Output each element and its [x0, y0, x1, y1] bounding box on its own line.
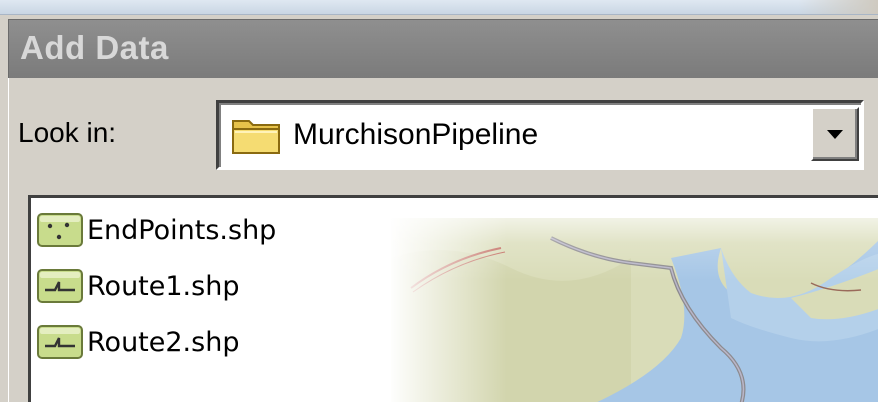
line-shapefile-icon — [37, 325, 83, 359]
file-list[interactable]: EndPoints.shp Route1.shp Route2.shp — [28, 195, 878, 402]
look-in-dropdown[interactable]: MurchisonPipeline — [216, 100, 864, 170]
dropdown-button[interactable] — [811, 107, 859, 161]
folder-icon — [232, 120, 280, 154]
window-top-edge-shade — [798, 0, 878, 14]
dialog-title-bar[interactable]: Add Data — [8, 19, 878, 78]
file-name: EndPoints.shp — [87, 214, 277, 246]
chevron-down-icon — [827, 130, 843, 139]
list-item[interactable]: Route2.shp — [35, 318, 239, 366]
window-top-edge — [0, 0, 878, 15]
look-in-value: MurchisonPipeline — [293, 118, 539, 151]
list-item[interactable]: Route1.shp — [35, 262, 239, 310]
file-name: Route1.shp — [87, 270, 240, 302]
dialog-title: Add Data — [20, 29, 169, 66]
point-shapefile-icon — [37, 213, 83, 247]
look-in-label: Look in: — [18, 117, 117, 148]
file-name: Route2.shp — [87, 326, 240, 358]
line-shapefile-icon — [37, 269, 83, 303]
list-item[interactable]: EndPoints.shp — [35, 206, 276, 254]
add-data-screen: Add Data Look in: MurchisonPipeline EndP… — [0, 0, 878, 402]
